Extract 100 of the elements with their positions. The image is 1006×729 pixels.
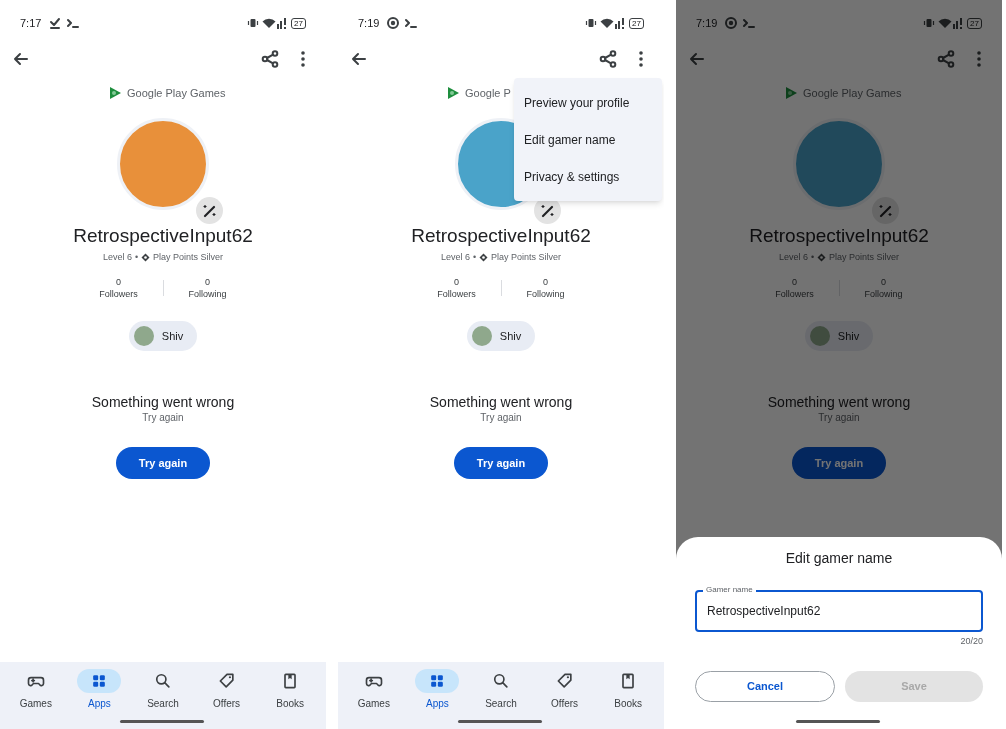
play-games-logo-icon bbox=[109, 86, 122, 100]
terminal-icon bbox=[405, 17, 418, 29]
search-icon bbox=[491, 671, 511, 691]
play-games-logo-icon bbox=[785, 86, 798, 100]
share-icon bbox=[260, 49, 280, 69]
search-icon bbox=[153, 671, 173, 691]
signal-icon bbox=[615, 17, 626, 29]
try-again-button[interactable]: Try again bbox=[116, 447, 210, 479]
play-points-label: Play Points Silver bbox=[829, 251, 900, 264]
battery-level: 27 bbox=[967, 17, 982, 29]
stat-count: 0 bbox=[205, 276, 210, 288]
nav-tab[interactable]: Search bbox=[469, 669, 533, 729]
play-points-icon bbox=[141, 252, 151, 262]
character-counter: 20/20 bbox=[960, 635, 983, 647]
magic-wand-icon bbox=[878, 203, 893, 218]
more-vert-icon bbox=[639, 51, 643, 67]
vibrate-icon bbox=[923, 18, 936, 28]
play-points-label: Play Points Silver bbox=[491, 251, 562, 264]
stat-label: Following bbox=[188, 288, 227, 300]
wifi-icon bbox=[600, 17, 615, 29]
status-time: 7:17 bbox=[20, 15, 42, 31]
error-subtitle: Try again bbox=[142, 411, 184, 425]
stat-label: Following bbox=[864, 288, 903, 300]
nav-tab[interactable]: Apps bbox=[67, 669, 132, 729]
try-again-button[interactable]: Try again bbox=[454, 447, 548, 479]
vibrate-icon bbox=[585, 18, 598, 28]
error-subtitle: Try again bbox=[480, 411, 522, 425]
more-options-button[interactable] bbox=[300, 51, 306, 67]
share-icon bbox=[598, 49, 618, 69]
level-text: Level 6 bbox=[440, 251, 470, 264]
stat-label: Following bbox=[526, 288, 565, 300]
nav-tab[interactable]: Books bbox=[596, 669, 660, 729]
battery-level: 27 bbox=[629, 17, 644, 29]
error-title: Something went wrong bbox=[91, 393, 235, 411]
menu-item[interactable]: Preview your profile bbox=[514, 84, 662, 121]
sheet-title: Edit gamer name bbox=[785, 549, 893, 567]
account-avatar-placeholder bbox=[809, 326, 830, 346]
stat-count: 0 bbox=[543, 276, 548, 288]
stat-count: 0 bbox=[454, 276, 459, 288]
gamer-name: RetrospectiveInput62 bbox=[749, 224, 929, 248]
play-points-icon bbox=[479, 252, 489, 262]
status-time: 7:19 bbox=[358, 15, 380, 31]
back-arrow-icon bbox=[12, 50, 30, 68]
account-avatar-placeholder bbox=[133, 326, 154, 346]
level-text: Level 6 bbox=[102, 251, 132, 264]
menu-item[interactable]: Edit gamer name bbox=[514, 121, 662, 158]
menu-item[interactable]: Privacy & settings bbox=[514, 158, 662, 195]
nav-tab[interactable]: Apps bbox=[405, 669, 470, 729]
stat-label: Followers bbox=[437, 288, 476, 300]
separator-dot: • bbox=[472, 251, 477, 264]
nav-tab[interactable]: Offers bbox=[194, 669, 259, 729]
play-points-label: Play Points Silver bbox=[153, 251, 224, 264]
stat-count: 0 bbox=[881, 276, 886, 288]
terminal-icon bbox=[67, 17, 80, 29]
nav-tab[interactable]: Books bbox=[258, 669, 322, 729]
terminal-icon bbox=[743, 17, 756, 29]
gamer-name: RetrospectiveInput62 bbox=[411, 224, 591, 248]
more-vert-icon bbox=[301, 51, 305, 67]
wifi-icon bbox=[262, 17, 277, 29]
download-done-icon bbox=[49, 17, 62, 29]
brand-name: Google Play Games bbox=[803, 85, 902, 101]
more-vert-icon bbox=[977, 51, 981, 67]
stat-label: Followers bbox=[775, 288, 814, 300]
brand-name: Google Play Games bbox=[127, 85, 226, 101]
back-button[interactable] bbox=[350, 50, 368, 68]
magic-wand-icon bbox=[540, 203, 555, 218]
status-time: 7:19 bbox=[696, 15, 718, 31]
nav-tab[interactable]: Games bbox=[342, 669, 406, 729]
edit-avatar-button[interactable] bbox=[196, 197, 223, 224]
signal-icon bbox=[953, 17, 964, 29]
account-chip[interactable]: Shiv bbox=[128, 321, 198, 351]
nav-tab[interactable]: Games bbox=[4, 669, 68, 729]
separator-dot: • bbox=[810, 251, 815, 264]
record-icon bbox=[387, 17, 400, 29]
more-options-button[interactable] bbox=[638, 51, 644, 67]
nav-tab[interactable]: Offers bbox=[532, 669, 597, 729]
record-icon bbox=[725, 17, 738, 29]
stat-count: 0 bbox=[792, 276, 797, 288]
play-points-icon bbox=[817, 252, 827, 262]
share-icon bbox=[936, 49, 956, 69]
back-button[interactable] bbox=[12, 50, 30, 68]
back-arrow-icon bbox=[688, 50, 706, 68]
error-subtitle: Try again bbox=[818, 411, 860, 425]
brand-name: Google P bbox=[465, 85, 511, 101]
battery-level: 27 bbox=[291, 17, 306, 29]
level-text: Level 6 bbox=[778, 251, 808, 264]
wifi-icon bbox=[938, 17, 953, 29]
nav-tab[interactable]: Search bbox=[131, 669, 195, 729]
separator-dot: • bbox=[134, 251, 139, 264]
dialog-button[interactable]: Cancel bbox=[695, 671, 835, 702]
stat-count: 0 bbox=[116, 276, 121, 288]
back-arrow-icon bbox=[350, 50, 368, 68]
share-button[interactable] bbox=[260, 49, 280, 69]
account-avatar-placeholder bbox=[471, 326, 492, 346]
vibrate-icon bbox=[247, 18, 260, 28]
account-chip[interactable]: Shiv bbox=[466, 321, 536, 351]
play-games-logo-icon bbox=[447, 86, 460, 100]
signal-icon bbox=[277, 17, 288, 29]
account-chip[interactable]: Shiv bbox=[804, 321, 874, 351]
share-button[interactable] bbox=[598, 49, 618, 69]
